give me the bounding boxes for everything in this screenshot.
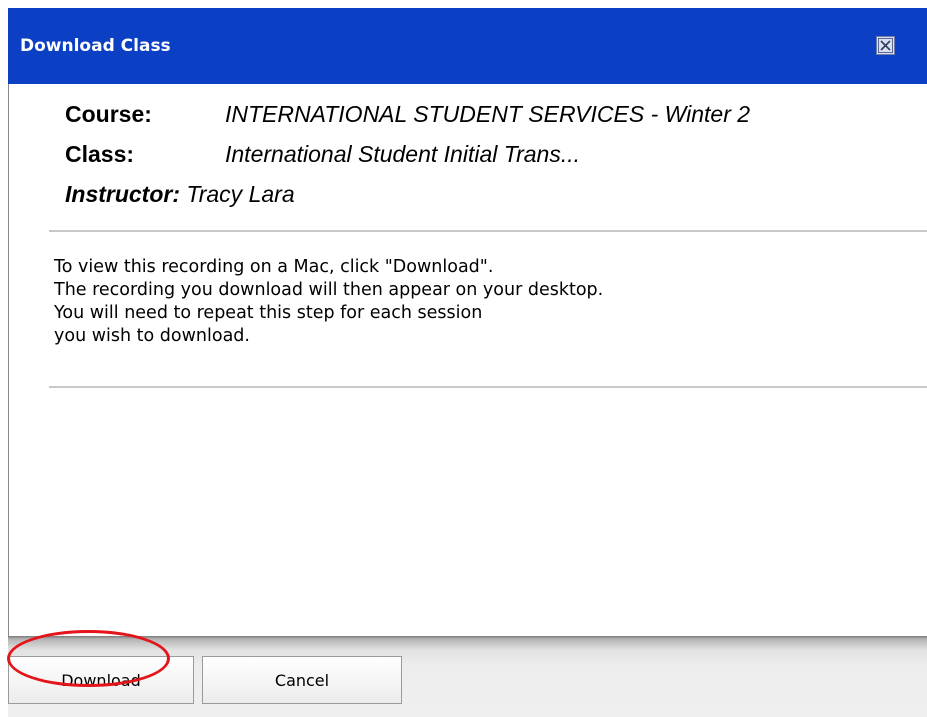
- course-value: INTERNATIONAL STUDENT SERVICES - Winter …: [225, 101, 751, 127]
- cancel-button[interactable]: Cancel: [202, 656, 402, 704]
- class-row: Class: International Student Initial Tran…: [65, 141, 580, 168]
- course-row: Course: INTERNATIONAL STUDENT SERVICES - …: [65, 101, 750, 128]
- dialog-title-bar: Download Class: [8, 8, 927, 84]
- instructions-line: You will need to repeat this step for ea…: [54, 303, 483, 323]
- instructions-line: To view this recording on a Mac, click "…: [54, 257, 494, 277]
- dialog-content: Course: INTERNATIONAL STUDENT SERVICES - …: [8, 84, 927, 644]
- divider-top: [49, 230, 927, 232]
- dialog-title: Download Class: [20, 36, 171, 56]
- download-class-dialog: Download Class Course: INTERNATIONAL STUD…: [8, 8, 927, 717]
- download-button[interactable]: Download: [8, 656, 194, 704]
- instructions-line: you wish to download.: [54, 326, 250, 346]
- dialog-footer: Download Cancel: [8, 636, 927, 717]
- class-value: International Student Initial Trans...: [225, 141, 580, 167]
- instructions-text: To view this recording on a Mac, click "…: [54, 256, 603, 348]
- class-label: Class:: [65, 141, 135, 167]
- divider-bottom: [49, 386, 927, 388]
- close-button[interactable]: [876, 36, 895, 55]
- close-x-icon: [878, 38, 893, 53]
- instructor-label: Instructor:: [65, 181, 180, 207]
- instructor-value: Tracy Lara: [186, 181, 295, 207]
- instructions-line: The recording you download will then app…: [54, 280, 604, 300]
- course-label: Course:: [65, 101, 152, 127]
- instructor-row: Instructor: Tracy Lara: [65, 181, 295, 208]
